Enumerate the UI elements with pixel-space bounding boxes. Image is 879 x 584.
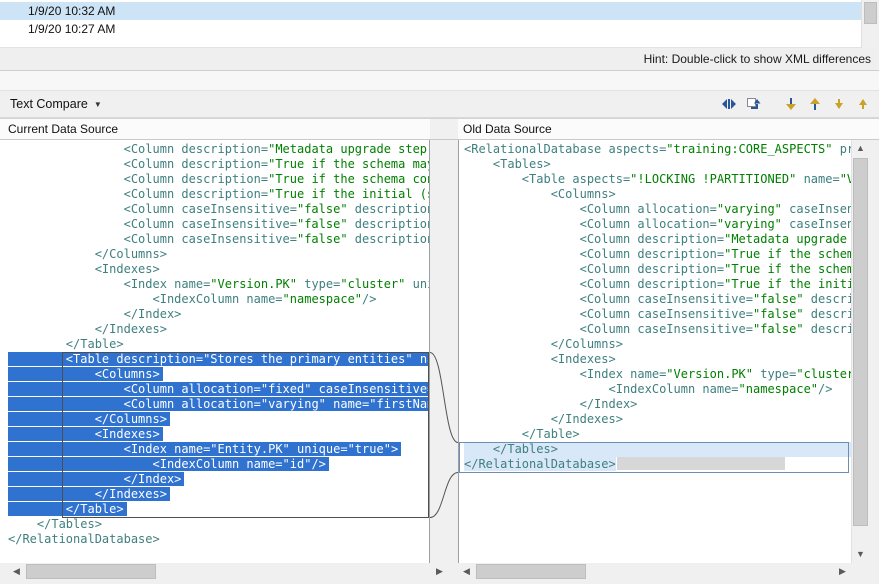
code-line: <Column caseInsensitive="false" descript… <box>464 307 851 322</box>
scroll-left-arrow-icon[interactable]: ◀ <box>8 563 25 580</box>
code-line: </Tables> <box>8 517 429 532</box>
toolbar-icon-group <box>719 94 873 114</box>
left-pane-title: Current Data Source <box>8 122 118 136</box>
code-line: <Tables> <box>464 157 851 172</box>
code-line: <Column caseInsensitive="false" descript… <box>8 217 429 232</box>
code-line: <Column description="True if the schema … <box>464 247 851 262</box>
compare-toolbar: Text Compare ▼ <box>0 90 879 118</box>
next-difference-icon[interactable] <box>781 94 801 114</box>
right-compare-pane[interactable]: <RelationalDatabase aspects="training:CO… <box>458 140 851 563</box>
code-line: <Column allocation="varying" name="first… <box>8 397 429 412</box>
code-line: <Column allocation="fixed" caseInsensiti… <box>8 382 429 397</box>
code-line: </Table> <box>464 427 851 442</box>
code-line: <IndexColumn name="namespace"/> <box>464 382 851 397</box>
right-pane-horizontal-scrollbar[interactable]: ◀ ▶ <box>458 563 851 580</box>
scroll-up-arrow-icon[interactable]: ▲ <box>852 140 869 157</box>
left-pane-horizontal-scrollbar[interactable]: ◀ ▶ <box>8 563 448 580</box>
code-line: <Indexes> <box>464 352 851 367</box>
right-pane-vertical-scrollbar[interactable]: ▲ ▼ <box>851 140 868 563</box>
code-line: <Column caseInsensitive="false" descript… <box>8 232 429 247</box>
pane-gutter-header <box>430 118 458 140</box>
code-line: </Columns> <box>8 412 429 427</box>
scrollbar-thumb[interactable] <box>476 564 586 579</box>
compare-mode-label: Text Compare <box>10 97 88 111</box>
code-line: <RelationalDatabase aspects="training:CO… <box>464 142 851 157</box>
history-row-label: 1/9/20 10:27 AM <box>28 22 115 36</box>
scroll-right-arrow-icon[interactable]: ▶ <box>431 563 448 580</box>
diff-gutter <box>430 140 458 563</box>
right-code-editor[interactable]: <RelationalDatabase aspects="training:CO… <box>459 140 851 472</box>
code-line: </Table> <box>8 502 429 517</box>
right-pane-header: Old Data Source <box>458 118 879 140</box>
code-line: <Columns> <box>8 367 429 382</box>
code-line: <Column description="True if the initial… <box>464 277 851 292</box>
code-line: <Index name="Version.PK" type="cluster" … <box>464 367 851 382</box>
code-line: <Column description="True if the schema … <box>8 172 429 187</box>
insertion-marker <box>617 457 785 470</box>
mirrored-view-icon[interactable] <box>719 94 739 114</box>
code-line: <Table aspects="!LOCKING !PARTITIONED" n… <box>464 172 851 187</box>
left-code-editor[interactable]: <Column description="Metadata upgrade st… <box>0 140 429 547</box>
code-line: <Column description="True if the schema … <box>8 157 429 172</box>
history-row[interactable]: 1/9/20 10:27 AM <box>0 20 861 38</box>
history-row-label: 1/9/20 10:32 AM <box>28 4 115 18</box>
previous-difference-icon[interactable] <box>805 94 825 114</box>
right-margin-strip <box>868 140 879 563</box>
code-line: <Column caseInsensitive="false" descript… <box>464 292 851 307</box>
code-line: <Column caseInsensitive="false" descript… <box>8 202 429 217</box>
code-line: </Index> <box>8 307 429 322</box>
code-line: </Indexes> <box>8 322 429 337</box>
code-line: </Index> <box>464 397 851 412</box>
scroll-right-arrow-icon[interactable]: ▶ <box>834 563 851 580</box>
history-list[interactable]: 1/9/20 10:32 AM 1/9/20 10:27 AM <box>0 0 879 48</box>
left-compare-pane[interactable]: <Column description="Metadata upgrade st… <box>0 140 430 563</box>
previous-change-icon[interactable] <box>853 94 873 114</box>
scrollbar-thumb[interactable] <box>853 158 868 526</box>
scrollbar-thumb[interactable] <box>26 564 156 579</box>
code-line: </Tables> <box>464 442 851 457</box>
code-line: <Indexes> <box>8 262 429 277</box>
code-line: <Column description="Metadata upgrade st… <box>464 232 851 247</box>
next-change-icon[interactable] <box>829 94 849 114</box>
compare-mode-dropdown[interactable]: Text Compare ▼ <box>10 97 102 111</box>
code-line: <IndexColumn name="namespace"/> <box>8 292 429 307</box>
chevron-down-icon: ▼ <box>94 100 102 109</box>
code-line: </RelationalDatabase> <box>8 532 429 547</box>
code-line: </RelationalDatabase> <box>464 457 851 472</box>
separator-band <box>0 71 879 90</box>
right-pane-title: Old Data Source <box>463 122 552 136</box>
history-row[interactable]: 1/9/20 10:32 AM <box>0 2 861 20</box>
code-line: <Column description="Metadata upgrade st… <box>8 142 429 157</box>
code-line: </Indexes> <box>464 412 851 427</box>
code-line: </Table> <box>8 337 429 352</box>
code-line: <Column description="True if the initial… <box>8 187 429 202</box>
code-line: </Index> <box>8 472 429 487</box>
code-line: <Table description="Stores the primary e… <box>8 352 429 367</box>
code-line: <IndexColumn name="id"/> <box>8 457 429 472</box>
scroll-down-arrow-icon[interactable]: ▼ <box>852 546 869 563</box>
code-line: <Index name="Entity.PK" unique="true"> <box>8 442 429 457</box>
code-line: <Indexes> <box>8 427 429 442</box>
code-line: <Column description="True if the schema … <box>464 262 851 277</box>
code-line: </Columns> <box>8 247 429 262</box>
code-line: <Column allocation="varying" caseInsensi… <box>464 217 851 232</box>
history-vertical-scrollbar[interactable] <box>861 0 879 48</box>
hint-text: Hint: Double-click to show XML differenc… <box>644 52 871 66</box>
left-pane-header: Current Data Source <box>0 118 430 140</box>
code-line: </Indexes> <box>8 487 429 502</box>
scrollbar-thumb[interactable] <box>864 2 877 24</box>
code-line: <Index name="Version.PK" type="cluster" … <box>8 277 429 292</box>
copy-all-left-to-right-icon[interactable] <box>743 94 763 114</box>
hint-bar: Hint: Double-click to show XML differenc… <box>0 48 879 71</box>
code-line: <Columns> <box>464 187 851 202</box>
scroll-left-arrow-icon[interactable]: ◀ <box>458 563 475 580</box>
code-line: </Columns> <box>464 337 851 352</box>
code-line: <Column caseInsensitive="false" descript… <box>464 322 851 337</box>
diff-connector-lines <box>430 140 458 563</box>
code-line: <Column allocation="varying" caseInsensi… <box>464 202 851 217</box>
